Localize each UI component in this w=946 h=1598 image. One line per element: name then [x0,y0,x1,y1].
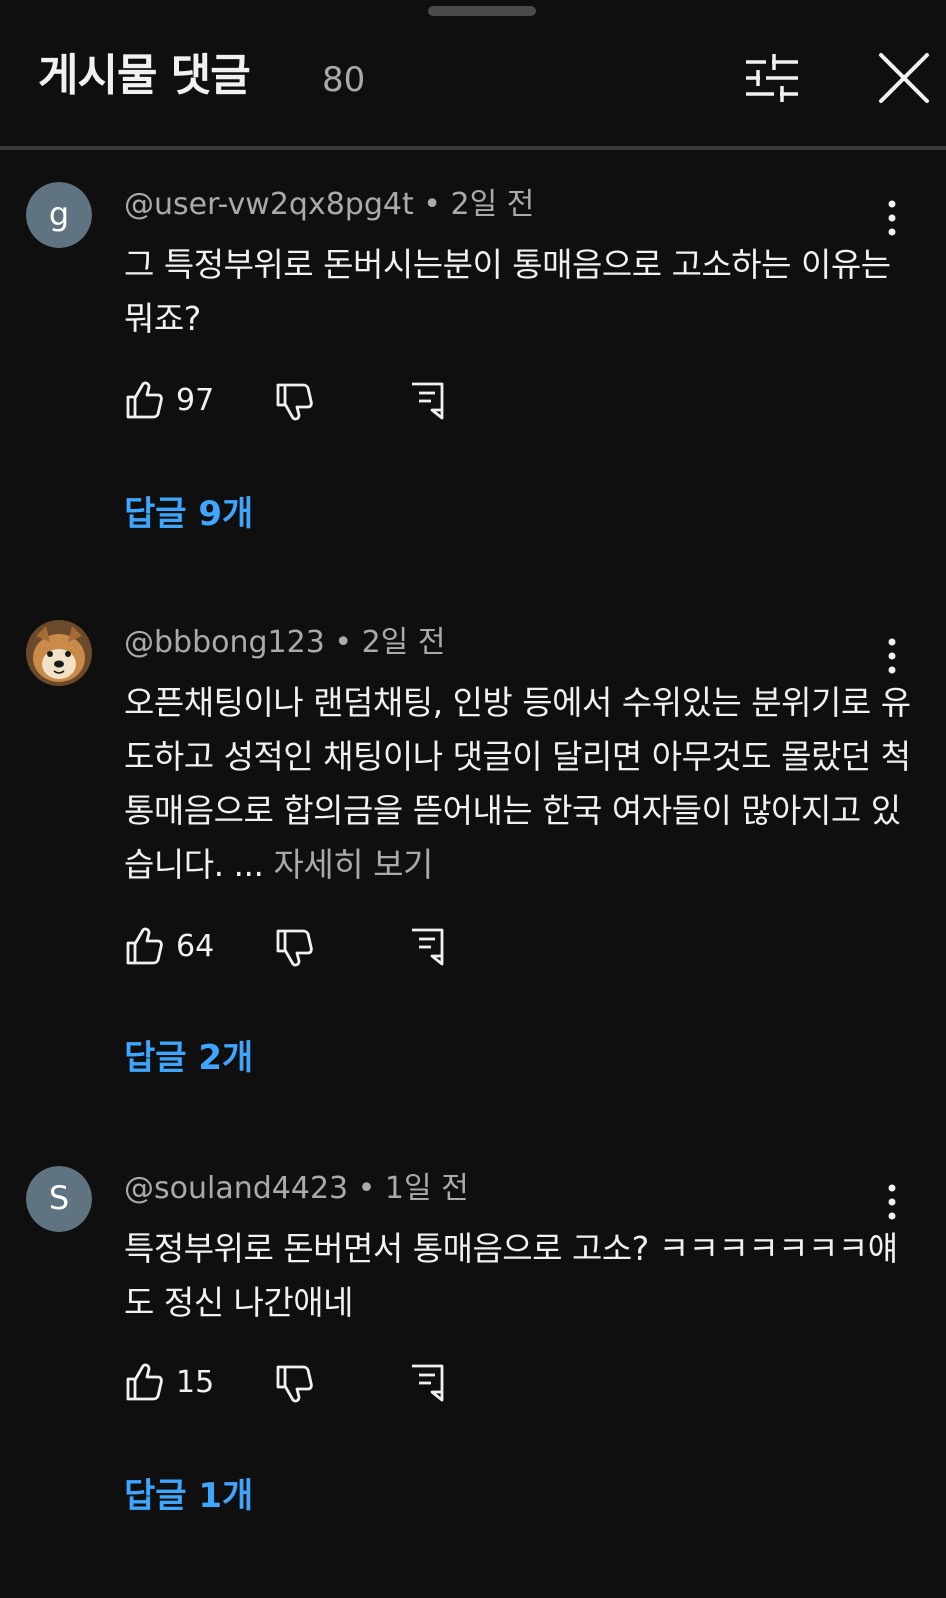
thumb-down-icon[interactable] [274,928,314,968]
close-icon[interactable] [878,52,930,104]
avatar-letter: S [26,1166,92,1232]
author-name[interactable]: @bbbong123 [124,625,325,660]
avatar[interactable]: g [26,182,92,248]
comment-meta: @user-vw2qx8pg4t • 2일 전 [124,186,534,224]
meta-separator: • [413,187,451,222]
comment-time: 1일 전 [384,1171,469,1206]
sliders-icon[interactable] [744,53,800,103]
dog-avatar-image [26,620,92,686]
comment-meta: @bbbong123 • 2일 전 [124,624,445,662]
read-more-link[interactable]: 자세히 보기 [274,845,434,884]
comment-time: 2일 전 [450,187,535,222]
comment-item: g @user-vw2qx8pg4t • 2일 전 그 특정부위로 돈버시는분이… [0,182,946,562]
thumb-up-icon[interactable] [124,1362,164,1402]
comment-text: 특정부위로 돈버면서 통매음으로 고소? ㅋㅋㅋㅋㅋㅋㅋ얘도 정신 나간애네 [124,1222,914,1330]
thumb-down-icon[interactable] [274,382,314,422]
avatar[interactable]: S [26,1166,92,1232]
comment-text: 오픈채팅이나 랜덤채팅, 인방 등에서 수위있는 분위기로 유도하고 성적인 채… [124,676,914,892]
header-divider [0,146,946,150]
author-name[interactable]: @user-vw2qx8pg4t [124,187,414,222]
comment-time: 2일 전 [361,625,446,660]
comment-text-body: 그 특정부위로 돈버시는분이 통매음으로 고소하는 이유는 뭐죠? [124,245,891,338]
meta-separator: • [348,1171,385,1206]
reply-icon[interactable] [408,380,448,420]
comment-count: 80 [322,60,366,100]
comment-meta: @souland4423 • 1일 전 [124,1170,469,1208]
view-replies-link[interactable]: 답글 2개 [124,1036,253,1080]
comment-actions: 64 [124,926,504,970]
avatar-letter: g [26,182,92,248]
comment-actions: 97 [124,380,504,424]
reply-icon[interactable] [408,1362,448,1402]
comments-header: 게시물 댓글 80 [0,28,946,138]
like-count: 15 [176,1365,215,1400]
comment-text-body: 특정부위로 돈버면서 통매음으로 고소? ㅋㅋㅋㅋㅋㅋㅋ얘도 정신 나간애네 [124,1229,898,1322]
more-vert-icon[interactable] [880,1182,904,1222]
page-title: 게시물 댓글 [38,50,251,101]
comment-item: S @souland4423 • 1일 전 특정부위로 돈버면서 통매음으로 고… [0,1166,946,1546]
thumb-up-icon[interactable] [124,380,164,420]
thumb-up-icon[interactable] [124,926,164,966]
avatar[interactable] [26,620,92,686]
comment-actions: 15 [124,1362,504,1406]
more-vert-icon[interactable] [880,198,904,238]
like-count: 97 [176,383,215,418]
reply-icon[interactable] [408,926,448,966]
comment-text-body: 오픈채팅이나 랜덤채팅, 인방 등에서 수위있는 분위기로 유도하고 성적인 채… [124,683,911,884]
comment-item: @bbbong123 • 2일 전 오픈채팅이나 랜덤채팅, 인방 등에서 수위… [0,620,946,1110]
comment-text: 그 특정부위로 돈버시는분이 통매음으로 고소하는 이유는 뭐죠? [124,238,914,346]
drag-handle[interactable] [428,6,536,16]
more-vert-icon[interactable] [880,636,904,676]
view-replies-link[interactable]: 답글 9개 [124,492,253,536]
view-replies-link[interactable]: 답글 1개 [124,1474,253,1518]
like-count: 64 [176,929,215,964]
meta-separator: • [324,625,362,660]
author-name[interactable]: @souland4423 [124,1171,348,1206]
thumb-down-icon[interactable] [274,1364,314,1404]
